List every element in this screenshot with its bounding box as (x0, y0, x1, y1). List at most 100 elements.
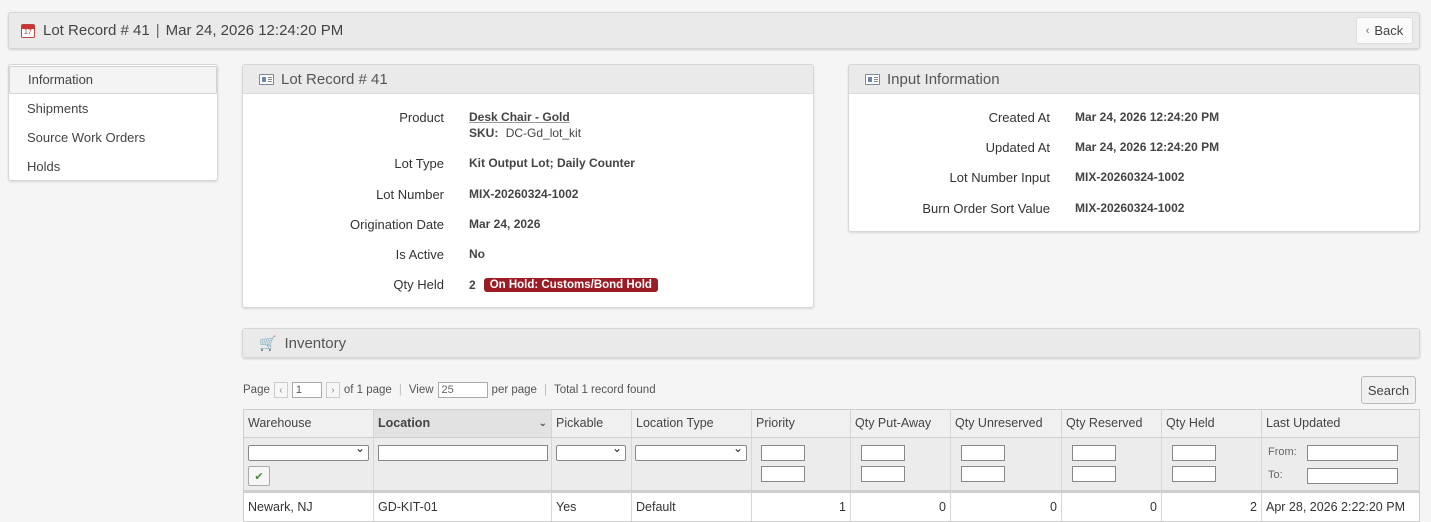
calendar-icon (21, 23, 35, 38)
page-datetime: Mar 24, 2026 12:24:20 PM (165, 22, 344, 39)
from-label: From: (1268, 446, 1297, 458)
page-title: Lot Record # 41 (43, 22, 150, 39)
qty-held-min-input[interactable] (1172, 445, 1216, 461)
created-at-value: Mar 24, 2026 12:24:20 PM (1075, 110, 1220, 124)
search-button[interactable]: Search (1361, 376, 1416, 404)
sidebar-nav: Information Shipments Source Work Orders… (8, 64, 218, 181)
apply-filter-button[interactable]: ✔ (248, 466, 270, 486)
pagination-bar: Page ‹ 1 › of 1 page | View 25 per page … (243, 380, 656, 400)
is-active-value: No (469, 247, 485, 261)
date-to-input[interactable] (1307, 468, 1398, 484)
cell-priority: 1 (752, 493, 851, 521)
next-page-button[interactable]: › (325, 382, 340, 398)
updated-at-value: Mar 24, 2026 12:24:20 PM (1075, 140, 1220, 154)
id-card-icon (865, 73, 880, 85)
pickable-filter-select[interactable] (556, 441, 626, 461)
page-count: of 1 page (343, 384, 392, 396)
table-header-row: Warehouse Location ⌄ Pickable Location T… (244, 410, 1419, 438)
column-header-priority[interactable]: Priority (752, 410, 851, 437)
sidebar-item-shipments[interactable]: Shipments (9, 94, 217, 123)
title-separator: | (155, 22, 160, 39)
qty-unreserved-min-input[interactable] (961, 445, 1005, 461)
priority-min-input[interactable] (761, 445, 805, 461)
column-header-qty-reserved[interactable]: Qty Reserved (1062, 410, 1162, 437)
column-header-qty-unreserved[interactable]: Qty Unreserved (951, 410, 1062, 437)
inventory-title: Inventory (284, 334, 347, 352)
prev-page-button[interactable]: ‹ (273, 382, 288, 398)
burn-order-value: MIX-20260324-1002 (1075, 201, 1185, 215)
back-button-label: Back (1374, 23, 1404, 38)
lot-type-value: Kit Output Lot; Daily Counter (469, 156, 635, 170)
updated-at-label: Updated At (985, 140, 1050, 155)
check-icon: ✔ (254, 470, 264, 483)
date-from-input[interactable] (1307, 445, 1398, 461)
page-size-input[interactable]: 25 (437, 382, 488, 398)
lot-number-input-value: MIX-20260324-1002 (1075, 170, 1185, 184)
qty-unreserved-max-input[interactable] (961, 466, 1005, 482)
page-label: Page (243, 384, 270, 396)
inventory-table: Warehouse Location ⌄ Pickable Location T… (243, 409, 1420, 522)
hold-status-badge: On Hold: Customs/Bond Hold (483, 277, 658, 292)
burn-order-label: Burn Order Sort Value (922, 201, 1050, 216)
lot-number-label: Lot Number (376, 187, 444, 202)
cell-qty-unreserved: 0 (951, 493, 1062, 521)
back-button[interactable]: ‹ Back (1356, 17, 1413, 44)
origination-date-label: Origination Date (350, 217, 444, 232)
title-bar: Lot Record # 41 | Mar 24, 2026 12:24:20 … (8, 12, 1420, 49)
to-label: To: (1268, 469, 1283, 481)
column-header-last-updated[interactable]: Last Updated (1262, 410, 1419, 437)
qty-held-value: 2 (469, 277, 476, 292)
column-header-location[interactable]: Location ⌄ (374, 410, 552, 437)
origination-date-value: Mar 24, 2026 (469, 217, 541, 231)
qty-put-away-max-input[interactable] (861, 466, 905, 482)
column-header-warehouse[interactable]: Warehouse (244, 410, 374, 437)
column-header-location-type[interactable]: Location Type (632, 410, 752, 437)
per-page-label: per page (491, 384, 537, 396)
created-at-label: Created At (988, 110, 1050, 125)
pager-divider: | (398, 384, 402, 396)
priority-max-input[interactable] (761, 466, 805, 482)
sidebar-item-holds[interactable]: Holds (9, 152, 217, 181)
cell-last-updated: Apr 28, 2026 2:22:20 PM (1266, 500, 1405, 514)
inventory-header: 🛒 Inventory (243, 329, 1419, 357)
column-header-pickable[interactable]: Pickable (552, 410, 632, 437)
sort-chevron-down-icon: ⌄ (538, 418, 547, 429)
location-type-filter-select[interactable] (635, 441, 747, 461)
qty-put-away-min-input[interactable] (861, 445, 905, 461)
product-link[interactable]: Desk Chair - Gold (469, 110, 581, 124)
inventory-panel-header: 🛒 Inventory (242, 328, 1420, 358)
input-information-panel: Input Information Created At Mar 24, 202… (848, 64, 1420, 232)
cell-pickable: Yes (552, 493, 632, 521)
qty-held-max-input[interactable] (1172, 466, 1216, 482)
lot-record-panel-title: Lot Record # 41 (281, 70, 388, 88)
qty-reserved-min-input[interactable] (1072, 445, 1116, 461)
qty-held-label: Qty Held (393, 277, 444, 292)
lot-record-panel-header: Lot Record # 41 (243, 65, 813, 94)
sidebar-item-information[interactable]: Information (9, 66, 217, 94)
location-filter-input[interactable] (378, 445, 548, 461)
cell-location-type: Default (632, 493, 752, 521)
pager-divider: | (543, 384, 547, 396)
warehouse-filter-select[interactable] (248, 441, 369, 461)
column-header-qty-held[interactable]: Qty Held (1162, 410, 1262, 437)
page-number-input[interactable]: 1 (291, 382, 322, 398)
column-header-qty-put-away[interactable]: Qty Put-Away (851, 410, 951, 437)
lot-number-value: MIX-20260324-1002 (469, 187, 579, 201)
lot-record-panel: Lot Record # 41 Product Desk Chair - Gol… (242, 64, 814, 308)
filter-row: ✔ From: (244, 438, 1419, 493)
sidebar-item-source-work-orders[interactable]: Source Work Orders (9, 123, 217, 152)
column-header-location-label: Location (378, 416, 431, 430)
lot-type-label: Lot Type (394, 156, 444, 171)
cell-qty-reserved: 0 (1062, 493, 1162, 521)
qty-reserved-max-input[interactable] (1072, 466, 1116, 482)
view-label: View (408, 384, 434, 396)
sku-value: DC-Gd_lot_kit (505, 126, 582, 140)
lot-number-input-label: Lot Number Input (949, 170, 1050, 185)
cell-warehouse: Newark, NJ (244, 493, 374, 521)
total-records: Total 1 record found (553, 384, 656, 396)
cell-qty-put-away: 0 (851, 493, 951, 521)
input-information-panel-header: Input Information (849, 65, 1419, 94)
is-active-label: Is Active (395, 247, 444, 262)
chevron-left-icon: ‹ (1365, 24, 1370, 37)
table-row[interactable]: Newark, NJ GD-KIT-01 Yes Default 1 0 0 0… (244, 493, 1419, 521)
